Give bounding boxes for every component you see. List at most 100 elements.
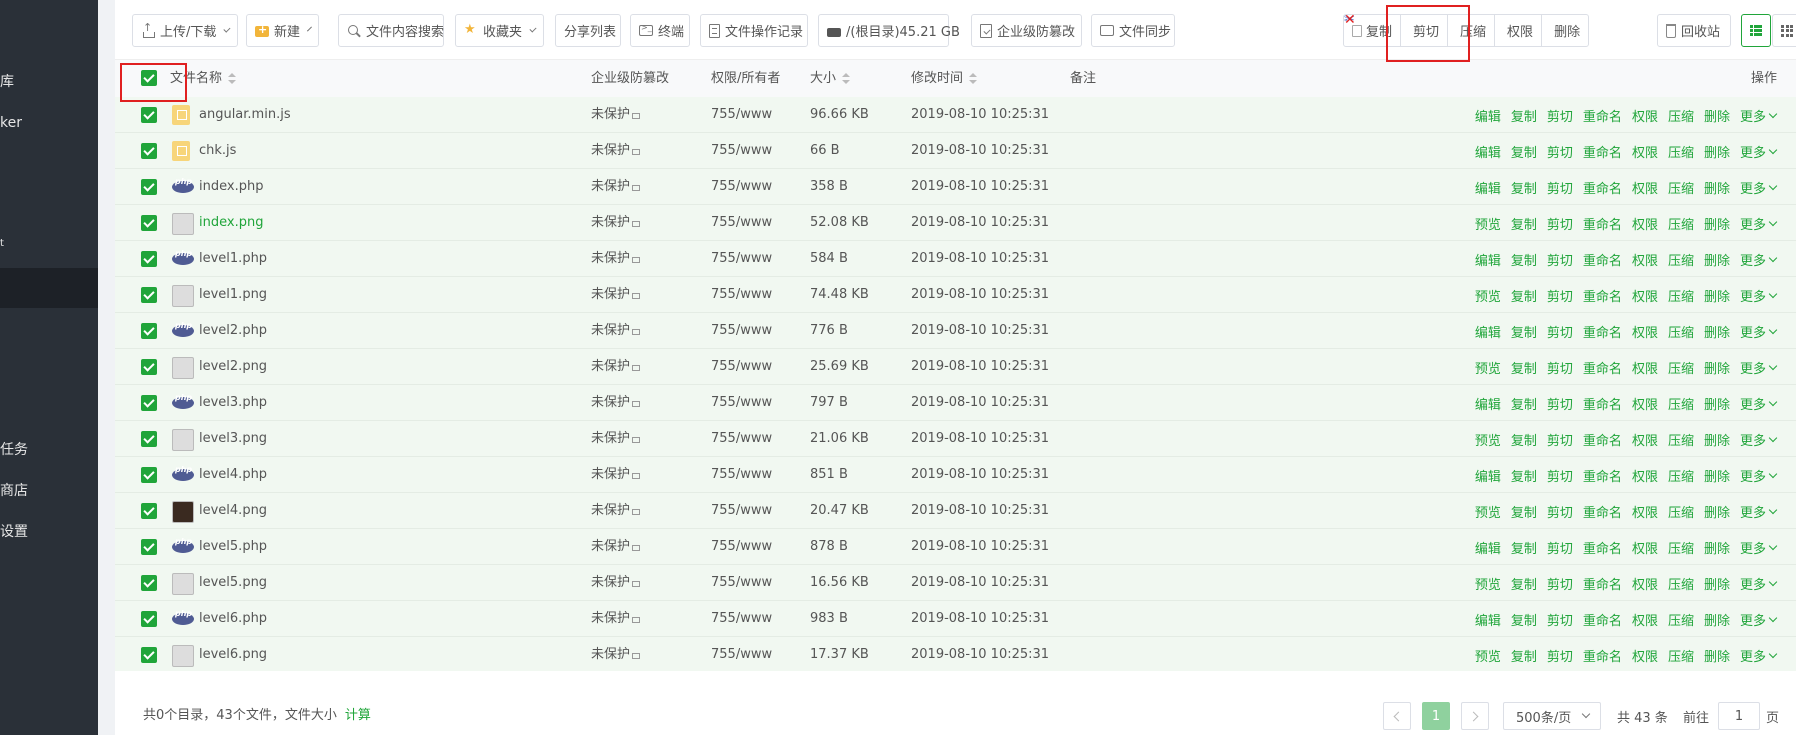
column-mtime[interactable]: 修改时间 xyxy=(911,60,978,97)
more-dropdown[interactable]: 更多 xyxy=(1740,646,1776,665)
rename-link[interactable]: 重命名 xyxy=(1583,538,1622,557)
more-dropdown[interactable]: 更多 xyxy=(1740,466,1776,485)
copy-link[interactable]: 复制 xyxy=(1511,178,1537,197)
compress-link[interactable]: 压缩 xyxy=(1668,178,1694,197)
cut-link[interactable]: 剪切 xyxy=(1547,574,1573,593)
perm-owner[interactable]: 755/www xyxy=(711,457,772,493)
batch-permission-button[interactable]: 权限 xyxy=(1495,15,1543,46)
file-name[interactable]: angular.min.js xyxy=(199,97,291,133)
file-name[interactable]: index.php xyxy=(199,169,263,205)
perm-owner[interactable]: 755/www xyxy=(711,637,772,671)
permission-link[interactable]: 权限 xyxy=(1632,178,1658,197)
row-checkbox[interactable] xyxy=(141,431,157,447)
more-dropdown[interactable]: 更多 xyxy=(1740,538,1776,557)
copy-link[interactable]: 复制 xyxy=(1511,430,1537,449)
copy-link[interactable]: 复制 xyxy=(1511,394,1537,413)
file-name[interactable]: level4.php xyxy=(199,457,267,493)
cut-link[interactable]: 剪切 xyxy=(1547,106,1573,125)
copy-link[interactable]: 复制 xyxy=(1511,286,1537,305)
file-name[interactable]: level4.png xyxy=(199,493,267,529)
permission-link[interactable]: 权限 xyxy=(1632,250,1658,269)
copy-link[interactable]: 复制 xyxy=(1511,502,1537,521)
delete-link[interactable]: 删除 xyxy=(1704,214,1730,233)
batch-compress-button[interactable]: 压缩 xyxy=(1448,15,1496,46)
compress-link[interactable]: 压缩 xyxy=(1668,322,1694,341)
cut-link[interactable]: 剪切 xyxy=(1547,178,1573,197)
sidebar-item-settings[interactable]: 设置 xyxy=(0,512,98,552)
list-view-button[interactable] xyxy=(1741,14,1771,47)
delete-link[interactable]: 删除 xyxy=(1704,430,1730,449)
perm-owner[interactable]: 755/www xyxy=(711,565,772,601)
row-checkbox[interactable] xyxy=(141,503,157,519)
perm-owner[interactable]: 755/www xyxy=(711,385,772,421)
file-name[interactable]: level3.php xyxy=(199,385,267,421)
compress-link[interactable]: 压缩 xyxy=(1668,502,1694,521)
more-dropdown[interactable]: 更多 xyxy=(1740,178,1776,197)
file-name[interactable]: level2.php xyxy=(199,313,267,349)
permission-link[interactable]: 权限 xyxy=(1632,430,1658,449)
cut-link[interactable]: 剪切 xyxy=(1547,286,1573,305)
compress-link[interactable]: 压缩 xyxy=(1668,250,1694,269)
copy-link[interactable]: 复制 xyxy=(1511,538,1537,557)
permission-link[interactable]: 权限 xyxy=(1632,394,1658,413)
permission-link[interactable]: 权限 xyxy=(1632,646,1658,665)
disk-button[interactable]: /(根目录)45.21 GB xyxy=(818,14,960,47)
compress-link[interactable]: 压缩 xyxy=(1668,466,1694,485)
grid-view-button[interactable] xyxy=(1772,14,1796,47)
compress-link[interactable]: 压缩 xyxy=(1668,538,1694,557)
more-dropdown[interactable]: 更多 xyxy=(1740,358,1776,377)
row-checkbox[interactable] xyxy=(141,143,157,159)
file-name[interactable]: level1.php xyxy=(199,241,267,277)
file-op-log-button[interactable]: 文件操作记录 xyxy=(700,14,808,47)
tamper-status[interactable]: 未保护 xyxy=(591,493,641,529)
file-name[interactable]: level5.png xyxy=(199,565,267,601)
tamper-status[interactable]: 未保护 xyxy=(591,349,641,385)
row-checkbox[interactable] xyxy=(141,359,157,375)
table-row[interactable]: level4.php 未保护 755/www 851 B 2019-08-10 10:2… xyxy=(115,457,1796,493)
table-row[interactable]: level6.png 未保护 755/www 17.37 KB 2019-08-10 1… xyxy=(115,637,1796,671)
copy-link[interactable]: 复制 xyxy=(1511,646,1537,665)
copy-link[interactable]: 复制 xyxy=(1511,214,1537,233)
rename-link[interactable]: 重命名 xyxy=(1583,178,1622,197)
copy-link[interactable]: 复制 xyxy=(1511,574,1537,593)
delete-link[interactable]: 删除 xyxy=(1704,394,1730,413)
sidebar-item-database[interactable]: 库 xyxy=(0,62,98,102)
rename-link[interactable]: 重命名 xyxy=(1583,250,1622,269)
tamper-proof-button[interactable]: 企业级防篡改 xyxy=(971,14,1082,47)
edit-link[interactable]: 编辑 xyxy=(1475,142,1501,161)
row-checkbox[interactable] xyxy=(141,647,157,663)
copy-link[interactable]: 复制 xyxy=(1511,250,1537,269)
batch-cut-button[interactable]: 剪切 xyxy=(1401,15,1449,46)
more-dropdown[interactable]: 更多 xyxy=(1740,322,1776,341)
delete-link[interactable]: 删除 xyxy=(1704,466,1730,485)
file-name[interactable]: level3.png xyxy=(199,421,267,457)
sidebar-item-partial[interactable]: t xyxy=(0,224,98,264)
compress-link[interactable]: 压缩 xyxy=(1668,106,1694,125)
permission-link[interactable]: 权限 xyxy=(1632,142,1658,161)
file-name[interactable]: level1.png xyxy=(199,277,267,313)
preview-link[interactable]: 预览 xyxy=(1475,358,1501,377)
sidebar-item-docker[interactable]: ker xyxy=(0,103,98,143)
table-row[interactable]: index.php 未保护 755/www 358 B 2019-08-10 10:25… xyxy=(115,169,1796,205)
table-row[interactable]: level6.php 未保护 755/www 983 B 2019-08-10 10:2… xyxy=(115,601,1796,637)
permission-link[interactable]: 权限 xyxy=(1632,286,1658,305)
edit-link[interactable]: 编辑 xyxy=(1475,322,1501,341)
delete-link[interactable]: 删除 xyxy=(1704,610,1730,629)
copy-link[interactable]: 复制 xyxy=(1511,106,1537,125)
cut-link[interactable]: 剪切 xyxy=(1547,250,1573,269)
perm-owner[interactable]: 755/www xyxy=(711,421,772,457)
cut-link[interactable]: 剪切 xyxy=(1547,214,1573,233)
row-checkbox[interactable] xyxy=(141,287,157,303)
permission-link[interactable]: 权限 xyxy=(1632,502,1658,521)
delete-link[interactable]: 删除 xyxy=(1704,286,1730,305)
tamper-status[interactable]: 未保护 xyxy=(591,241,641,277)
tamper-status[interactable]: 未保护 xyxy=(591,169,641,205)
preview-link[interactable]: 预览 xyxy=(1475,502,1501,521)
cut-link[interactable]: 剪切 xyxy=(1547,610,1573,629)
cut-link[interactable]: 剪切 xyxy=(1547,538,1573,557)
row-checkbox[interactable] xyxy=(141,575,157,591)
more-dropdown[interactable]: 更多 xyxy=(1740,502,1776,521)
next-page-button[interactable] xyxy=(1461,702,1489,730)
compress-link[interactable]: 压缩 xyxy=(1668,394,1694,413)
perm-owner[interactable]: 755/www xyxy=(711,529,772,565)
